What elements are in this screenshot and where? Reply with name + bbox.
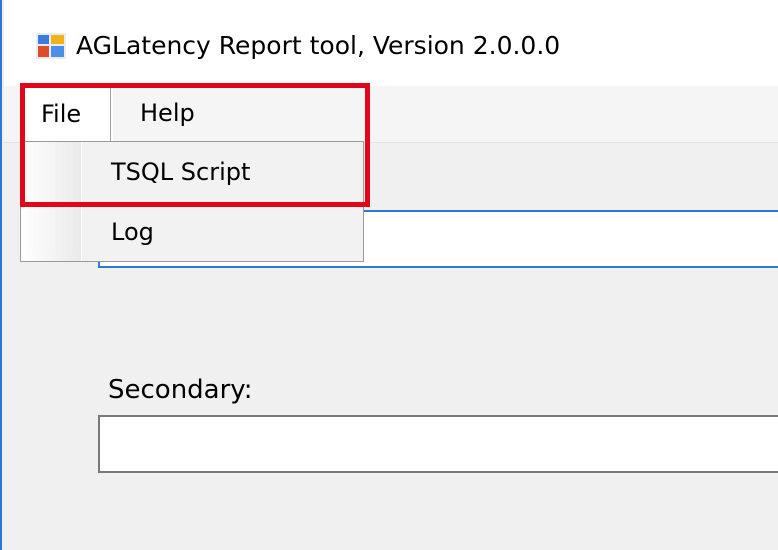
title-bar: AGLatency Report tool, Version 2.0.0.0	[4, 0, 778, 86]
secondary-input[interactable]	[98, 415, 778, 473]
app-window-icon	[36, 33, 66, 59]
app-window: AGLatency Report tool, Version 2.0.0.0 F…	[0, 0, 778, 550]
highlight-box	[20, 83, 370, 207]
menu-item-log[interactable]: Log	[21, 202, 363, 262]
menu-item-label: Log	[111, 218, 154, 246]
window-title: AGLatency Report tool, Version 2.0.0.0	[76, 31, 561, 60]
secondary-label: Secondary:	[108, 375, 253, 405]
